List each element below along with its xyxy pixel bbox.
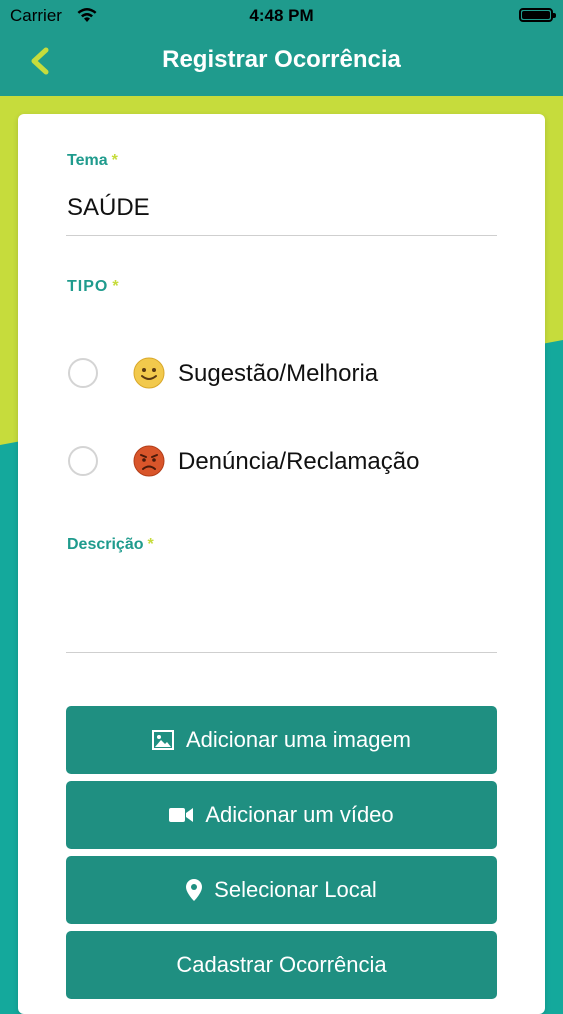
tipo-label: TIPO * [67,278,120,296]
submit-button[interactable]: Cadastrar Ocorrência [66,931,497,999]
smile-emoji-icon [133,357,165,389]
option-denuncia[interactable]: Denúncia/Reclamação [68,440,508,484]
form-card: Tema * SAÚDE TIPO * Sugestão/Melhoria Denú… [18,114,545,1014]
add-image-label: Adicionar uma imagem [186,727,411,752]
tipo-label-text: TIPO [67,278,109,295]
descricao-label: Descrição * [67,536,154,554]
image-icon [152,730,174,750]
required-mark: * [112,278,120,295]
descricao-divider [66,652,497,653]
descricao-input[interactable] [67,594,498,634]
map-pin-icon [186,879,203,901]
required-mark: * [111,152,118,169]
tema-value[interactable]: SAÚDE [67,194,150,222]
submit-label: Cadastrar Ocorrência [176,952,387,977]
tema-label-text: Tema [67,152,108,169]
page-title: Registrar Ocorrência [162,46,401,73]
add-video-button[interactable]: Adicionar um vídeo [66,781,497,849]
angry-emoji-icon [133,445,165,477]
add-image-button[interactable]: Adicionar uma imagem [66,706,497,774]
radio-button[interactable] [68,358,98,388]
clock: 4:48 PM [249,6,314,25]
tema-divider [66,235,497,236]
option-label: Denúncia/Reclamação [178,448,420,475]
option-label: Sugestão/Melhoria [178,360,379,387]
option-sugestao[interactable]: Sugestão/Melhoria [68,352,508,396]
status-bar: Carrier 4:48 PM [0,0,563,32]
radio-button[interactable] [68,446,98,476]
descricao-label-text: Descrição [67,536,144,553]
battery-icon [519,8,556,22]
select-location-button[interactable]: Selecionar Local [66,856,497,924]
navigation-bar: Carrier 4:48 PM Registrar Ocorrência [0,0,563,96]
add-video-label: Adicionar um vídeo [205,802,394,827]
video-camera-icon [169,808,194,822]
tema-label: Tema * [67,152,118,170]
required-mark: * [147,536,154,553]
select-location-label: Selecionar Local [214,877,377,902]
